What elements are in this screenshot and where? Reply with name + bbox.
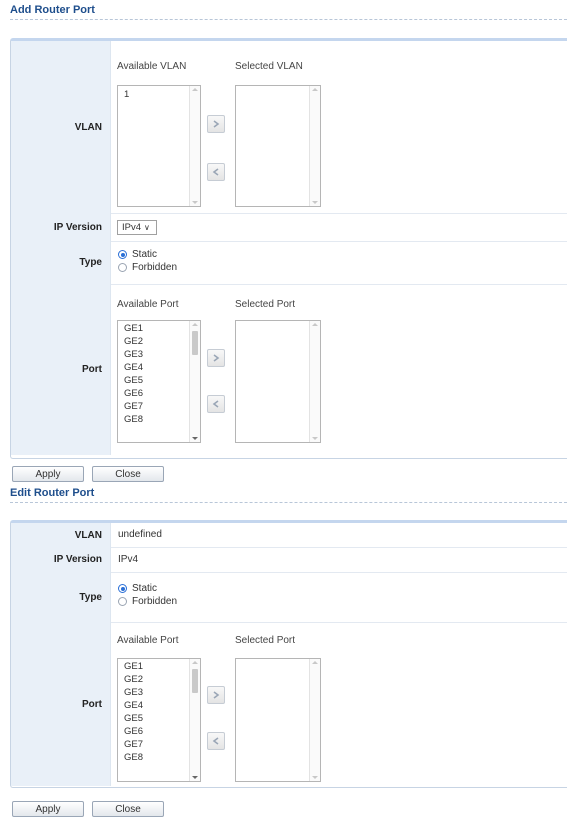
chevron-down-icon: ∨ xyxy=(144,223,150,232)
apply-button[interactable]: Apply xyxy=(12,466,84,482)
selected-port-caption: Selected Port xyxy=(235,635,296,646)
scrollbar[interactable] xyxy=(309,659,320,781)
vlan-label: VLAN xyxy=(11,41,111,213)
list-item[interactable]: GE3 xyxy=(124,687,143,698)
selected-port-caption: Selected Port xyxy=(235,299,296,310)
close-button[interactable]: Close xyxy=(92,801,164,817)
available-port-caption: Available Port xyxy=(117,299,179,310)
list-item[interactable]: GE8 xyxy=(124,414,143,425)
selected-port-list[interactable] xyxy=(235,658,321,782)
list-item[interactable]: GE6 xyxy=(124,726,143,737)
close-button[interactable]: Close xyxy=(92,466,164,482)
available-port-caption: Available Port xyxy=(117,635,179,646)
list-item[interactable]: GE6 xyxy=(124,388,143,399)
apply-button[interactable]: Apply xyxy=(12,801,84,817)
ip-version-row: IP Version IPv4 ∨ xyxy=(11,213,567,242)
list-item[interactable]: GE7 xyxy=(124,739,143,750)
ip-version-value: IPv4 xyxy=(118,554,139,565)
selected-port-list[interactable] xyxy=(235,320,321,443)
type-label: Type xyxy=(11,241,111,284)
chevron-left-icon xyxy=(212,400,219,408)
move-left-button[interactable] xyxy=(207,395,225,413)
list-item[interactable]: GE2 xyxy=(124,674,143,685)
selected-vlan-caption: Selected VLAN xyxy=(235,61,303,72)
vlan-row: VLAN undefined xyxy=(11,523,567,548)
move-left-button[interactable] xyxy=(207,163,225,181)
ip-version-row: IP Version IPv4 xyxy=(11,547,567,573)
radio-static[interactable]: Static xyxy=(118,583,157,594)
move-left-button[interactable] xyxy=(207,732,225,750)
list-item[interactable]: GE4 xyxy=(124,362,143,373)
radio-forbidden-label: Forbidden xyxy=(132,596,178,607)
move-right-button[interactable] xyxy=(207,686,225,704)
vlan-label: VLAN xyxy=(11,523,111,547)
type-label: Type xyxy=(11,572,111,622)
radio-static-label: Static xyxy=(132,583,158,594)
scrollbar[interactable] xyxy=(189,86,200,206)
ip-version-label: IP Version xyxy=(11,547,111,572)
chevron-right-icon xyxy=(213,691,220,699)
edit-router-port-title: Edit Router Port xyxy=(10,487,95,499)
radio-static-button[interactable] xyxy=(118,250,127,259)
add-router-port-title: Add Router Port xyxy=(10,4,95,16)
available-vlan-list[interactable]: 1 xyxy=(117,85,201,207)
chevron-left-icon xyxy=(212,168,219,176)
list-item[interactable]: GE3 xyxy=(124,349,143,360)
chevron-right-icon xyxy=(213,120,220,128)
ip-version-label: IP Version xyxy=(11,213,111,241)
port-label: Port xyxy=(11,284,111,455)
edit-router-port-panel: VLAN undefined IP Version IPv4 Type Stat… xyxy=(10,520,567,788)
scrollbar[interactable] xyxy=(189,321,200,442)
add-router-port-panel: VLAN Available VLAN Selected VLAN 1 IP V… xyxy=(10,38,567,459)
port-label: Port xyxy=(11,622,111,786)
radio-forbidden-button[interactable] xyxy=(118,597,127,606)
port-row: Port Available Port Selected Port GE1 GE… xyxy=(11,622,567,786)
port-row: Port Available Port Selected Port GE1 GE… xyxy=(11,284,567,455)
radio-static[interactable]: Static xyxy=(118,249,157,260)
vlan-value: undefined xyxy=(118,529,162,540)
list-item[interactable]: GE5 xyxy=(124,375,143,386)
radio-static-button[interactable] xyxy=(118,584,127,593)
title-divider xyxy=(10,502,567,503)
radio-static-label: Static xyxy=(132,249,158,260)
move-right-button[interactable] xyxy=(207,349,225,367)
type-row: Type Static Forbidden xyxy=(11,241,567,285)
scrollbar[interactable] xyxy=(309,86,320,206)
available-port-list[interactable]: GE1 GE2 GE3 GE4 GE5 GE6 GE7 GE8 xyxy=(117,320,201,443)
type-row: Type Static Forbidden xyxy=(11,572,567,623)
list-item[interactable]: 1 xyxy=(124,89,129,100)
available-port-list[interactable]: GE1 GE2 GE3 GE4 GE5 GE6 GE7 GE8 xyxy=(117,658,201,782)
ip-version-select[interactable]: IPv4 ∨ xyxy=(117,220,157,235)
radio-forbidden-label: Forbidden xyxy=(132,262,178,273)
vlan-row: VLAN Available VLAN Selected VLAN 1 xyxy=(11,41,567,214)
list-item[interactable]: GE1 xyxy=(124,661,143,672)
ip-version-value: IPv4 xyxy=(122,222,142,233)
selected-vlan-list[interactable] xyxy=(235,85,321,207)
chevron-right-icon xyxy=(213,354,220,362)
chevron-left-icon xyxy=(212,737,219,745)
title-divider xyxy=(10,19,567,20)
list-item[interactable]: GE7 xyxy=(124,401,143,412)
scrollbar[interactable] xyxy=(309,321,320,442)
scrollbar[interactable] xyxy=(189,659,200,781)
list-item[interactable]: GE1 xyxy=(124,323,143,334)
available-vlan-caption: Available VLAN xyxy=(117,61,187,72)
radio-forbidden[interactable]: Forbidden xyxy=(118,596,177,607)
radio-forbidden[interactable]: Forbidden xyxy=(118,262,177,273)
list-item[interactable]: GE8 xyxy=(124,752,143,763)
radio-forbidden-button[interactable] xyxy=(118,263,127,272)
list-item[interactable]: GE2 xyxy=(124,336,143,347)
list-item[interactable]: GE5 xyxy=(124,713,143,724)
move-right-button[interactable] xyxy=(207,115,225,133)
list-item[interactable]: GE4 xyxy=(124,700,143,711)
